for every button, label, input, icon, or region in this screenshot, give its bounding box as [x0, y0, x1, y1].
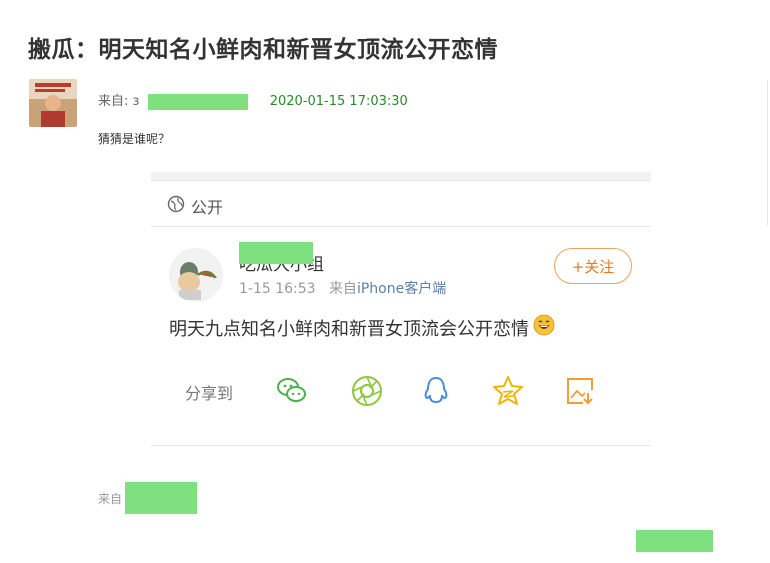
laughing-emoji-icon	[533, 314, 555, 341]
card-source-client: iPhone客户端	[356, 281, 447, 297]
divider	[151, 180, 651, 181]
qq-icon[interactable]	[419, 374, 453, 408]
globe-icon	[167, 195, 185, 217]
redacted-username	[147, 93, 248, 110]
card-post-time: 1-15 16:53	[239, 281, 316, 297]
save-image-icon[interactable]	[563, 374, 597, 408]
redacted-corner	[636, 530, 713, 552]
scrollbar-track[interactable]	[767, 80, 768, 226]
card-post-text: 明天九点知名小鲜肉和新晋女顶流会公开恋情	[169, 314, 555, 341]
share-row: 分享到	[185, 374, 625, 410]
visibility-label: 公开	[191, 198, 224, 217]
moments-icon[interactable]	[350, 374, 384, 408]
divider	[151, 445, 651, 446]
card-top-bar	[151, 172, 651, 180]
share-label: 分享到	[185, 384, 234, 403]
qzone-icon[interactable]	[491, 374, 525, 408]
embedded-screenshot: 公开 吃瓜大小组 1-15 16:53 来自iPhone客户端 +关注 明天九点…	[151, 172, 651, 446]
from-label: 来自:	[98, 94, 129, 109]
redacted-name-block	[239, 242, 313, 264]
post-body: 猜猜是谁呢？	[98, 132, 171, 146]
source-label: 来自	[98, 492, 123, 506]
card-post-text-content: 明天九点知名小鲜肉和新晋女顶流会公开恋情	[169, 318, 529, 340]
user-avatar[interactable]	[29, 79, 77, 127]
redacted-source	[125, 482, 197, 514]
post-title: 搬瓜：明天知名小鲜肉和新晋女顶流公开恋情	[28, 37, 498, 63]
card-post-meta: 1-15 16:53 来自iPhone客户端	[239, 278, 446, 298]
follow-button[interactable]: +关注	[554, 248, 632, 284]
post-timestamp: 2020-01-15 17:03:30	[269, 94, 408, 109]
wechat-icon[interactable]	[275, 374, 309, 408]
author-avatar[interactable]	[169, 248, 223, 302]
from-partial: з	[132, 94, 140, 109]
divider	[151, 226, 651, 227]
card-source-prefix: 来自	[328, 281, 357, 297]
post-meta: 来自: з 2020-01-15 17:03:30	[98, 90, 408, 110]
visibility-row: 公开	[167, 194, 223, 218]
